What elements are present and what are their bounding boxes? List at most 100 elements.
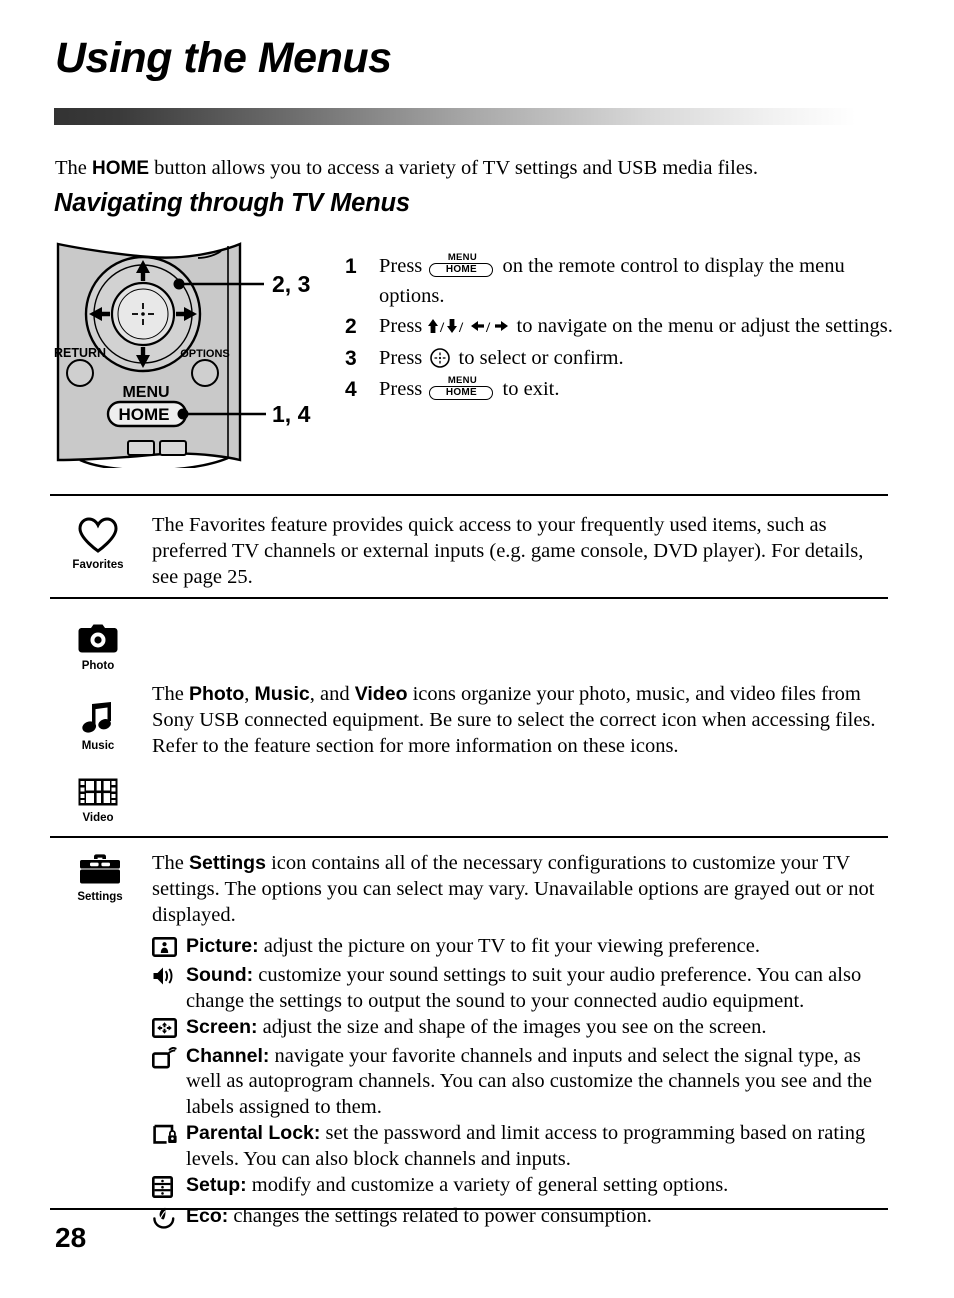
- settings-option-text: Sound: customize your sound settings to …: [186, 963, 890, 1015]
- settings-option-label: Sound:: [186, 964, 254, 986]
- step-2: 2 Press / / / to navigate on the menu or…: [345, 312, 905, 342]
- confirm-button-icon: [429, 347, 451, 369]
- step-text-after: to navigate on the menu or adjust the se…: [511, 315, 893, 338]
- settings-option-setup: Setup: modify and customize a variety of…: [151, 1173, 890, 1204]
- video-icon-label: Video: [82, 811, 114, 824]
- step-text-after: to exit.: [497, 378, 560, 401]
- step-text-before: Press: [379, 378, 428, 401]
- options-label: OPTIONS: [180, 348, 230, 360]
- toolbox-icon: [64, 853, 136, 889]
- settings-icon-label: Settings: [77, 890, 123, 903]
- step-text: Press MENU HOME on the remote control to …: [379, 252, 905, 311]
- intro-paragraph: The HOME button allows you to access a v…: [55, 156, 758, 182]
- settings-icon-block: Settings: [64, 853, 136, 903]
- speaker-icon: [152, 963, 186, 992]
- settings-option-sound: Sound: customize your sound settings to …: [152, 963, 890, 1015]
- direction-arrows-icon: / / /: [427, 317, 511, 336]
- intro-suffix: button allows you to access a variety of…: [149, 157, 759, 179]
- options-button: [191, 359, 219, 387]
- channel-icon: [151, 1044, 186, 1075]
- remote-control-diagram: RETURN OPTIONS MENU HOME 2, 3 1, 4: [50, 236, 350, 472]
- step-4: 4 Press MENU HOME to exit.: [345, 375, 905, 405]
- settings-option-text: Screen: adjust the size and shape of the…: [186, 1015, 890, 1041]
- step-3: 3 Press to select or confirm.: [345, 344, 905, 374]
- return-label: RETURN: [54, 346, 106, 360]
- divider-above-settings: [50, 836, 888, 839]
- settings-option-channel: Channel: navigate your favorite channels…: [151, 1044, 890, 1121]
- step-text-before: Press: [379, 255, 428, 277]
- settings-option-picture: Picture: adjust the picture on your TV t…: [151, 934, 890, 963]
- intro-prefix: The: [55, 157, 92, 179]
- home-label: HOME: [119, 405, 170, 424]
- step-text: Press MENU HOME to exit.: [379, 375, 905, 405]
- screen-resize-icon: [151, 1015, 186, 1044]
- settings-option-label: Setup:: [186, 1173, 247, 1196]
- settings-option-label: Channel:: [186, 1044, 270, 1067]
- parental-lock-icon: [152, 1121, 186, 1151]
- music-icon-label: Music: [81, 739, 115, 752]
- settings-option-desc: modify and customize a variety of genera…: [246, 1173, 729, 1196]
- settings-option-text: Setup: modify and customize a variety of…: [186, 1173, 890, 1199]
- settings-option-desc: adjust the size and shape of the images …: [257, 1015, 767, 1038]
- confirm-center-dot: [141, 312, 145, 316]
- step-1: 1 Press MENU HOME on the remote control t…: [345, 252, 905, 311]
- media-text-1: The: [152, 683, 189, 705]
- divider-above-favorites: [50, 494, 888, 497]
- media-description: The Photo, Music, and Video icons organi…: [152, 681, 890, 760]
- menu-home-key-icon: MENU HOME: [429, 253, 495, 278]
- media-bold-video: Video: [354, 683, 408, 705]
- photo-icon-label: Photo: [81, 659, 115, 672]
- video-icon-block: Video: [64, 778, 132, 824]
- step-text: Press to select or confirm.: [379, 344, 905, 374]
- svg-text:/: /: [439, 320, 445, 334]
- settings-description: The Settings icon contains all of the ne…: [152, 850, 890, 929]
- settings-option-desc: adjust the picture on your TV to fit you…: [258, 935, 760, 957]
- step-text-after: to select or confirm.: [453, 346, 624, 369]
- settings-bold-label: Settings: [189, 852, 266, 874]
- callout-label-upper: 2, 3: [272, 271, 310, 297]
- settings-text-prefix: The: [152, 852, 189, 874]
- bottom-button-left: [127, 440, 155, 456]
- settings-option-text: Parental Lock: set the password and limi…: [186, 1121, 890, 1173]
- settings-option-text: Picture: adjust the picture on your TV t…: [186, 934, 890, 960]
- document-page: Using the Menus The HOME button allows y…: [0, 0, 954, 1298]
- step-number: 2: [345, 315, 357, 339]
- callout-label-lower: 1, 4: [272, 401, 311, 427]
- settings-option-label: Picture:: [186, 935, 259, 957]
- film-strip-icon: [64, 778, 132, 810]
- settings-option-label: Screen:: [186, 1015, 258, 1038]
- settings-option-parental-lock: Parental Lock: set the password and limi…: [152, 1121, 890, 1173]
- settings-options-list: Picture: adjust the picture on your TV t…: [151, 934, 890, 1235]
- favorites-icon-block: Favorites: [64, 517, 132, 571]
- media-text-2: ,: [244, 683, 255, 705]
- intro-bold-home: HOME: [92, 158, 149, 179]
- menu-home-key-icon: MENU HOME: [429, 376, 495, 401]
- favorites-icon-label: Favorites: [72, 558, 124, 571]
- camera-icon: [64, 624, 132, 658]
- return-button: [66, 359, 94, 387]
- step-number: 3: [345, 346, 357, 370]
- settings-option-label: Parental Lock:: [186, 1122, 321, 1145]
- title-gradient-rule: [54, 108, 856, 125]
- step-text-before: Press: [379, 346, 428, 369]
- step-number: 4: [345, 378, 357, 402]
- settings-option-desc: navigate your favorite channels and inpu…: [186, 1044, 872, 1119]
- heart-icon: [64, 517, 132, 557]
- settings-option-desc: customize your sound settings to suit yo…: [186, 964, 862, 1012]
- settings-option-screen: Screen: adjust the size and shape of the…: [151, 1015, 890, 1044]
- music-icon-block: Music: [64, 702, 132, 752]
- page-title: Using the Menus: [55, 34, 392, 82]
- settings-option-text: Channel: navigate your favorite channels…: [186, 1044, 890, 1121]
- divider-above-media: [50, 597, 888, 600]
- step-number: 1: [345, 255, 357, 278]
- photo-icon-block: Photo: [64, 624, 132, 672]
- picture-icon: [151, 934, 186, 963]
- bottom-button-right: [159, 440, 187, 456]
- section-title: Navigating through TV Menus: [54, 189, 410, 217]
- footer-divider: [50, 1208, 888, 1210]
- steps-list: 1 Press MENU HOME on the remote control t…: [345, 252, 905, 407]
- setup-drawers-icon: [151, 1173, 186, 1204]
- media-bold-music: Music: [254, 683, 310, 705]
- media-bold-photo: Photo: [189, 683, 245, 705]
- step-text-before: Press: [379, 315, 428, 338]
